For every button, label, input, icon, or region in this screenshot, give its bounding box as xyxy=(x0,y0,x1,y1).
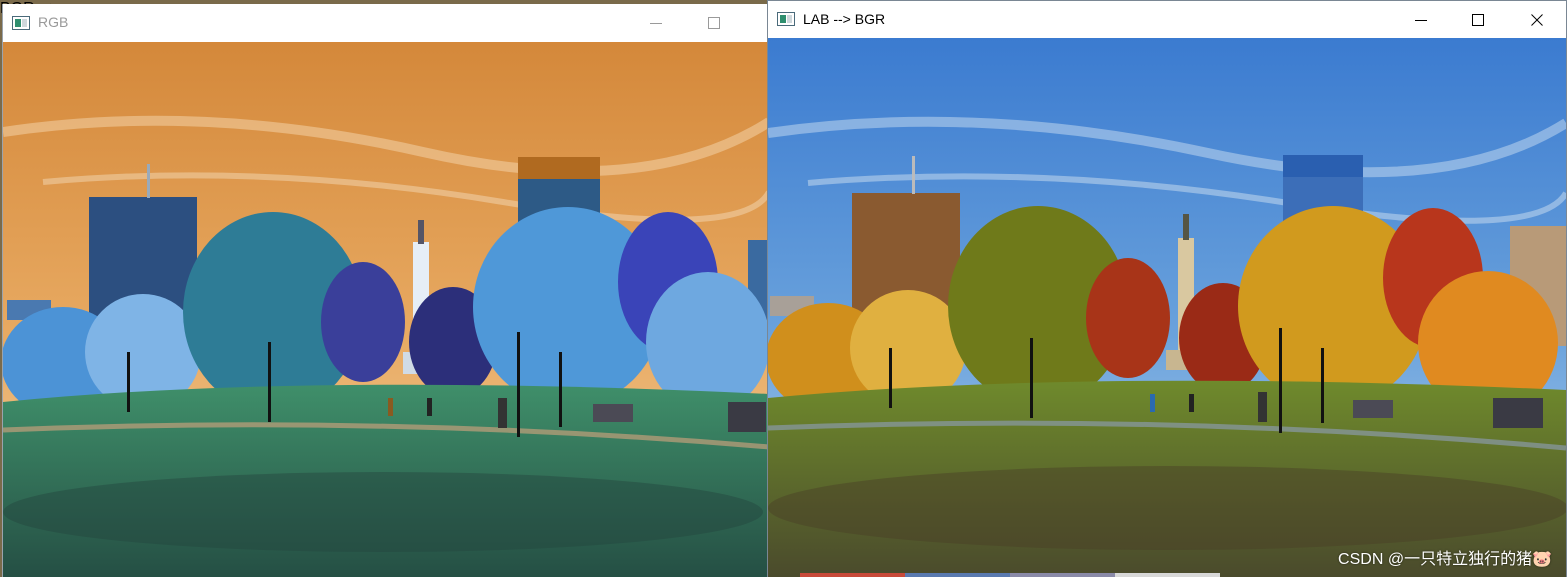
lab-bgr-image-canvas xyxy=(768,38,1566,577)
maximize-button[interactable] xyxy=(1455,1,1501,38)
lab-bgr-title-bar[interactable]: LAB --> BGR xyxy=(768,1,1566,38)
close-button[interactable] xyxy=(1514,1,1560,38)
minimize-button[interactable] xyxy=(1398,1,1444,38)
window-title: RGB xyxy=(38,14,69,30)
rgb-image-canvas xyxy=(3,42,768,577)
taskbar-strip xyxy=(800,573,1220,577)
close-icon xyxy=(1531,13,1543,26)
minimize-button[interactable] xyxy=(633,4,679,42)
window-title: LAB --> BGR xyxy=(803,11,886,27)
rgb-title-bar[interactable]: RGB xyxy=(3,4,768,42)
csdn-watermark: CSDN @一只特立独行的猪🐷 xyxy=(1338,551,1552,568)
app-icon xyxy=(777,12,795,26)
rgb-image xyxy=(3,42,768,577)
maximize-icon xyxy=(1472,13,1484,26)
lab-bgr-image xyxy=(768,38,1566,577)
app-icon xyxy=(12,16,30,30)
lab-bgr-window: LAB --> BGR CSDN @一只特立独行的猪🐷 xyxy=(767,0,1567,577)
minimize-icon xyxy=(650,23,662,24)
minimize-icon xyxy=(1415,19,1427,21)
maximize-icon xyxy=(708,17,720,29)
maximize-button[interactable] xyxy=(691,4,737,42)
rgb-window: RGB xyxy=(2,4,768,577)
